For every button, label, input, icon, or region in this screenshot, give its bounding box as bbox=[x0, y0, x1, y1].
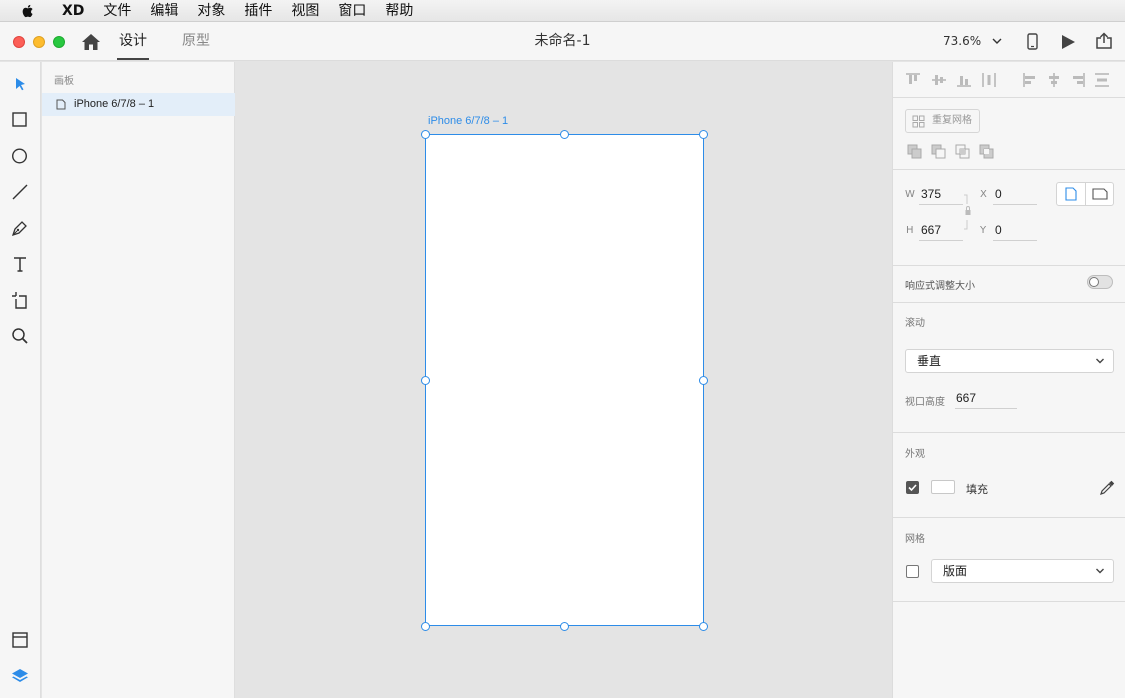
boolean-subtract-icon[interactable] bbox=[931, 144, 947, 160]
layer-item-label: iPhone 6/7/8 – 1 bbox=[74, 98, 155, 110]
device-preview-icon[interactable] bbox=[1027, 33, 1038, 50]
repeat-grid-icon bbox=[912, 115, 925, 128]
artboard[interactable] bbox=[425, 134, 704, 626]
responsive-resize-label: 响应式调整大小 bbox=[905, 281, 975, 292]
scroll-direction-select[interactable]: 垂直 bbox=[905, 349, 1114, 373]
layers-panel-icon[interactable] bbox=[10, 666, 30, 686]
zoom-chevron-down-icon[interactable] bbox=[992, 37, 1002, 45]
eyedropper-icon[interactable] bbox=[1099, 480, 1115, 496]
resize-handle-right[interactable] bbox=[699, 376, 708, 385]
menu-window[interactable]: 窗口 bbox=[338, 0, 366, 22]
menu-app-xd[interactable]: XD bbox=[62, 0, 84, 22]
fill-label: 填充 bbox=[966, 483, 988, 496]
align-top-icon[interactable] bbox=[905, 72, 921, 88]
boolean-add-icon[interactable] bbox=[907, 144, 923, 160]
align-bottom-icon[interactable] bbox=[956, 72, 972, 88]
play-preview-icon[interactable] bbox=[1060, 34, 1076, 50]
layers-heading: 画板 bbox=[54, 76, 74, 87]
grid-section-title: 网格 bbox=[905, 534, 925, 545]
pen-tool-icon[interactable] bbox=[10, 218, 30, 238]
lock-aspect-icon[interactable] bbox=[963, 194, 973, 230]
distribute-horizontal-icon[interactable] bbox=[981, 72, 997, 88]
resize-handle-top[interactable] bbox=[560, 130, 569, 139]
boolean-exclude-icon[interactable] bbox=[979, 144, 995, 160]
x-field[interactable]: 0 bbox=[995, 187, 1002, 201]
grid-type-value: 版面 bbox=[943, 564, 968, 578]
grid-type-select[interactable]: 版面 bbox=[931, 559, 1114, 583]
checkmark-icon bbox=[908, 484, 917, 492]
scroll-section-title: 滚动 bbox=[905, 318, 925, 329]
apple-icon[interactable] bbox=[20, 3, 36, 19]
height-label: H bbox=[906, 225, 914, 236]
document-title: 未命名-1 bbox=[534, 33, 591, 49]
appearance-section-title: 外观 bbox=[905, 449, 925, 460]
y-field[interactable]: 0 bbox=[995, 223, 1002, 237]
y-label: Y bbox=[980, 225, 987, 236]
viewport-height-label: 视口高度 bbox=[905, 397, 945, 408]
boolean-intersect-icon[interactable] bbox=[955, 144, 971, 160]
ellipse-tool-icon[interactable] bbox=[10, 146, 30, 166]
landscape-icon[interactable] bbox=[1092, 188, 1108, 200]
align-center-icon[interactable] bbox=[1046, 72, 1062, 88]
text-tool-icon[interactable] bbox=[10, 254, 30, 274]
share-icon[interactable] bbox=[1095, 32, 1113, 50]
menu-help[interactable]: 帮助 bbox=[385, 0, 413, 22]
artboard-layer-icon bbox=[56, 99, 66, 110]
menu-view[interactable]: 视图 bbox=[291, 0, 319, 22]
artboard-label[interactable]: iPhone 6/7/8 – 1 bbox=[428, 115, 508, 127]
align-right-icon[interactable] bbox=[1070, 72, 1086, 88]
rectangle-tool-icon[interactable] bbox=[10, 110, 30, 130]
select-tool-icon[interactable] bbox=[10, 74, 30, 94]
artboard-tool-icon[interactable] bbox=[10, 290, 30, 310]
layers-panel: 画板 iPhone 6/7/8 – 1 bbox=[42, 62, 235, 698]
property-inspector: 重复网格 W 375 X 0 H 667 Y 0 响应式调整大小 滚动 垂直 视… bbox=[892, 62, 1125, 698]
width-label: W bbox=[905, 189, 915, 200]
menu-plugins[interactable]: 插件 bbox=[244, 0, 272, 22]
zoom-tool-icon[interactable] bbox=[10, 326, 30, 346]
zoom-window-button[interactable] bbox=[53, 36, 65, 48]
resize-handle-bottom-left[interactable] bbox=[421, 622, 430, 631]
align-left-icon[interactable] bbox=[1022, 72, 1038, 88]
portrait-icon[interactable] bbox=[1065, 187, 1077, 201]
layer-item-artboard[interactable]: iPhone 6/7/8 – 1 bbox=[42, 93, 235, 116]
chevron-down-icon bbox=[1096, 568, 1104, 574]
title-bar: 设计 原型 未命名-1 73.6% bbox=[0, 22, 1125, 61]
menu-bar: XD 文件 编辑 对象 插件 视图 窗口 帮助 bbox=[0, 0, 1125, 22]
minimize-window-button[interactable] bbox=[33, 36, 45, 48]
height-field[interactable]: 667 bbox=[921, 223, 941, 237]
fill-color-swatch[interactable] bbox=[931, 480, 955, 494]
repeat-grid-label: 重复网格 bbox=[932, 115, 972, 126]
tab-design[interactable]: 设计 bbox=[117, 22, 149, 60]
x-label: X bbox=[980, 189, 987, 200]
viewport-height-field[interactable]: 667 bbox=[956, 391, 976, 405]
menu-file[interactable]: 文件 bbox=[103, 0, 131, 22]
orientation-toggle bbox=[1056, 182, 1114, 206]
responsive-resize-toggle[interactable] bbox=[1087, 275, 1113, 289]
resize-handle-top-right[interactable] bbox=[699, 130, 708, 139]
tab-prototype[interactable]: 原型 bbox=[182, 22, 210, 60]
distribute-vertical-icon[interactable] bbox=[1094, 72, 1110, 88]
chevron-down-icon bbox=[1096, 358, 1104, 364]
design-canvas[interactable]: iPhone 6/7/8 – 1 bbox=[236, 62, 892, 698]
home-icon[interactable] bbox=[81, 33, 101, 51]
resize-handle-top-left[interactable] bbox=[421, 130, 430, 139]
assets-panel-icon[interactable] bbox=[10, 630, 30, 650]
resize-handle-bottom-right[interactable] bbox=[699, 622, 708, 631]
menu-object[interactable]: 对象 bbox=[197, 0, 225, 22]
resize-handle-left[interactable] bbox=[421, 376, 430, 385]
tools-toolbar bbox=[0, 62, 41, 698]
grid-checkbox[interactable] bbox=[906, 565, 919, 578]
close-window-button[interactable] bbox=[13, 36, 25, 48]
scroll-direction-value: 垂直 bbox=[917, 354, 942, 368]
width-field[interactable]: 375 bbox=[921, 187, 941, 201]
resize-handle-bottom[interactable] bbox=[560, 622, 569, 631]
align-middle-icon[interactable] bbox=[931, 72, 947, 88]
fill-checkbox[interactable] bbox=[906, 481, 919, 494]
line-tool-icon[interactable] bbox=[10, 182, 30, 202]
menu-edit[interactable]: 编辑 bbox=[150, 0, 178, 22]
zoom-level[interactable]: 73.6% bbox=[943, 22, 981, 60]
repeat-grid-button[interactable]: 重复网格 bbox=[905, 109, 980, 133]
